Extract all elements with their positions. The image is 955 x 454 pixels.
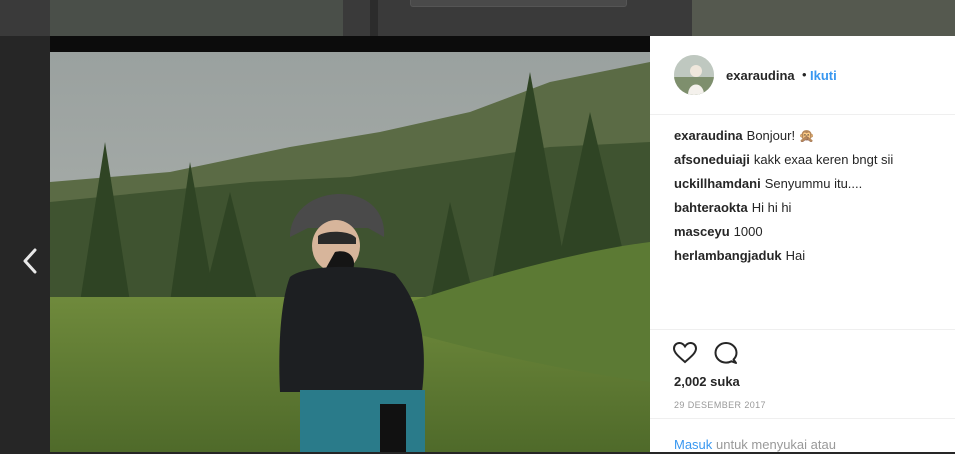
comment-username[interactable]: afsoneduiaji [674, 152, 750, 167]
comment-item: masceyu 1000 [674, 224, 944, 248]
comment-username[interactable]: bahteraokta [674, 200, 748, 215]
login-prompt-text: untuk menyukai atau [716, 437, 836, 452]
background-divider [370, 0, 378, 36]
post-side-panel: exaraudina • Ikuti exaraudina Bonjour! 🙊 … [650, 36, 955, 452]
login-prompt: Masuk untuk menyukai atau [650, 418, 955, 454]
post-username[interactable]: exaraudina [726, 68, 795, 83]
comment-item: herlambangjaduk Hai [674, 248, 944, 272]
post-date: 29 DESEMBER 2017 [674, 400, 766, 410]
background-search-input [410, 0, 627, 7]
post-header: exaraudina • Ikuti [650, 36, 955, 115]
comment-username[interactable]: herlambangjaduk [674, 248, 782, 263]
avatar[interactable] [674, 55, 714, 95]
background-page [0, 0, 955, 36]
comment-username[interactable]: uckillhamdani [674, 176, 761, 191]
comment-text: Bonjour! 🙊 [746, 128, 815, 143]
comment-item: uckillhamdani Senyummu itu.... [674, 176, 944, 200]
post-photo [50, 36, 650, 452]
background-thumbnail [692, 0, 955, 36]
heart-icon[interactable] [672, 340, 698, 366]
comment-text: kakk exaa keren bngt sii [753, 152, 894, 167]
comment-text: 1000 [733, 224, 763, 239]
background-thumbnail [50, 0, 343, 36]
like-count[interactable]: 2,002 suka [674, 374, 740, 389]
login-link[interactable]: Masuk [674, 437, 712, 452]
comment-username[interactable]: masceyu [674, 224, 730, 239]
separator-dot: • [802, 67, 807, 82]
comment-item: exaraudina Bonjour! 🙊 [674, 128, 944, 152]
comment-username[interactable]: exaraudina [674, 128, 743, 143]
comment-text: Hi hi hi [751, 200, 792, 215]
chevron-left-icon[interactable] [18, 244, 44, 278]
comment-item: afsoneduiaji kakk exaa keren bngt sii [674, 152, 944, 176]
comment-text: Hai [785, 248, 806, 263]
comment-text: Senyummu itu.... [764, 176, 863, 191]
comment-list: exaraudina Bonjour! 🙊 afsoneduiaji kakk ex… [674, 128, 944, 272]
follow-button[interactable]: Ikuti [810, 68, 837, 83]
post-actions: 2,002 suka 29 DESEMBER 2017 Masuk untuk … [650, 329, 955, 453]
comment-item: bahteraokta Hi hi hi [674, 200, 944, 224]
comment-icon[interactable] [713, 340, 739, 366]
